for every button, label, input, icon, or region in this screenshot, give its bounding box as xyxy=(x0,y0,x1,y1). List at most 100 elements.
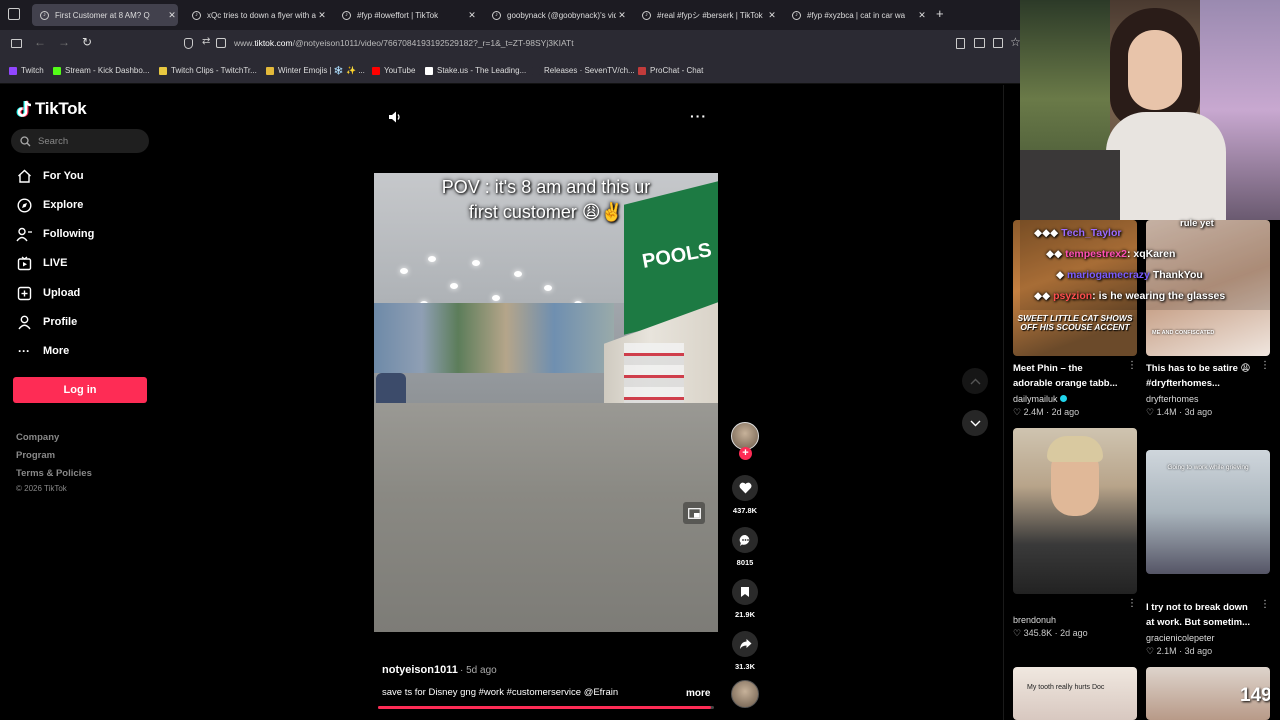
close-icon[interactable]: ✕ xyxy=(916,10,928,21)
related-thumb-3[interactable]: Going to work while grieving xyxy=(1146,450,1270,574)
close-icon[interactable]: ✕ xyxy=(616,10,628,21)
webcam-chair xyxy=(1020,150,1120,220)
like-button[interactable]: 437.8K xyxy=(732,475,758,515)
related-thumb-4[interactable]: My tooth really hurts Doc xyxy=(1013,667,1137,720)
share-icon xyxy=(732,631,758,657)
bookmark-seventv[interactable]: Releases · SevenTV/ch... xyxy=(532,66,635,75)
search-icon xyxy=(20,135,31,146)
author-name: dailymailuk xyxy=(1013,394,1058,404)
footer-company-link[interactable]: Company xyxy=(16,432,59,443)
related-author-3[interactable]: gracienicolepeter xyxy=(1146,633,1215,643)
save-button[interactable]: 21.9K xyxy=(732,579,758,619)
follow-plus-icon[interactable]: + xyxy=(739,447,752,460)
related-meta-0: ♡ 2.4M · 2d ago xyxy=(1013,407,1080,417)
sidebar-item-label: Profile xyxy=(43,316,78,328)
search-input[interactable]: Search xyxy=(11,129,149,153)
more-vertical-icon[interactable]: ⋮ xyxy=(1127,598,1137,609)
heart-icon: ♡ xyxy=(1013,628,1022,638)
more-button[interactable]: more xyxy=(686,688,710,699)
hair xyxy=(1047,436,1103,462)
previous-video-button[interactable] xyxy=(962,368,988,394)
related-thumb-5[interactable]: 149 xyxy=(1146,667,1270,720)
video-time: · 5d ago xyxy=(460,665,497,676)
sidebar-item-for-you[interactable]: For You xyxy=(16,168,84,184)
video-frame[interactable]: POOLS POV : it's 8 am and this ur first … xyxy=(374,173,718,632)
close-icon[interactable]: ✕ xyxy=(166,10,178,21)
new-tab-button[interactable]: + xyxy=(936,6,944,21)
login-button[interactable]: Log in xyxy=(13,377,147,403)
forward-icon[interactable]: → xyxy=(58,35,70,49)
chat-top-fragment: rule yet xyxy=(1180,218,1214,229)
sidebar-item-live[interactable]: LIVE xyxy=(16,255,67,271)
sidebar-item-label: LIVE xyxy=(43,257,68,269)
ceiling-light xyxy=(428,256,436,262)
bookmark-youtube[interactable]: YouTube xyxy=(372,66,415,75)
webcam-face xyxy=(1128,30,1182,110)
tab-1[interactable]: ♪ xQc tries to down a flyer with a ✕ xyxy=(184,4,328,26)
more-vertical-icon[interactable]: ⋮ xyxy=(1260,360,1270,371)
bookmark-label: Winter Emojis | ❄️ ✨ ... xyxy=(278,66,365,75)
picture-in-picture-icon xyxy=(687,507,701,519)
bookmark-twitch[interactable]: Twitch xyxy=(9,66,44,75)
tab-2[interactable]: ♪ #fyp #loweffort | TikTok ✕ xyxy=(334,4,478,26)
video-age: 3d ago xyxy=(1184,646,1213,656)
progress-track[interactable] xyxy=(378,706,714,709)
bookmark-twitchtracker[interactable]: Twitch Clips - TwitchTr... xyxy=(159,66,257,75)
related-thumb-2[interactable] xyxy=(1013,428,1137,594)
sidebar-item-label: Upload xyxy=(43,287,81,299)
related-title-0[interactable]: Meet Phin – the adorable orange tabb... xyxy=(1013,361,1123,391)
github-icon xyxy=(532,66,540,75)
more-options-icon[interactable]: ··· xyxy=(690,108,707,124)
tab-5[interactable]: ♪ #fyp #xyzbca | cat in car wa ✕ xyxy=(784,4,928,26)
tiktok-logo[interactable]: TikTok xyxy=(16,99,87,119)
back-icon[interactable]: ← xyxy=(34,35,46,49)
video-author[interactable]: notyeison1011 xyxy=(382,664,458,676)
tab-0[interactable]: ♪ First Customer at 8 AM? Q ✕ xyxy=(32,4,178,26)
close-icon[interactable]: ✕ xyxy=(316,10,328,21)
kick-icon xyxy=(53,66,61,75)
music-disc[interactable] xyxy=(731,680,759,708)
tiktok-icon: ♪ xyxy=(342,10,351,20)
sidebar-item-upload[interactable]: Upload xyxy=(16,285,80,301)
related-title-3[interactable]: I try not to break down at work. But som… xyxy=(1146,600,1258,630)
more-vertical-icon[interactable]: ⋮ xyxy=(1260,599,1270,610)
related-meta-3: ♡ 2.1M · 3d ago xyxy=(1146,646,1213,656)
share-button[interactable]: 31.3K xyxy=(732,631,758,671)
bookmark-label: Twitch xyxy=(21,66,44,75)
footer-program-link[interactable]: Program xyxy=(16,450,55,461)
reload-icon[interactable]: ↻ xyxy=(82,35,92,49)
chat-text: xqKaren xyxy=(1133,248,1176,260)
close-icon[interactable]: ✕ xyxy=(766,10,778,21)
more-vertical-icon[interactable]: ⋮ xyxy=(1127,360,1137,371)
sidebar-item-following[interactable]: Following xyxy=(16,226,94,242)
ceiling-light xyxy=(450,283,458,289)
related-author-2[interactable]: brendonuh xyxy=(1013,615,1056,625)
bookmark-kick[interactable]: Stream - Kick Dashbo... xyxy=(53,66,149,75)
url-bar[interactable]: www. tiktok.com/@notyeison1011/video/7667… xyxy=(176,34,976,52)
footer-terms-link[interactable]: Terms & Policies xyxy=(16,468,92,479)
download-icon[interactable] xyxy=(993,38,1003,48)
tab-bar: ♪ First Customer at 8 AM? Q ✕ ♪ xQc trie… xyxy=(0,0,1020,30)
close-icon[interactable]: ✕ xyxy=(466,10,478,21)
related-title-1[interactable]: This has to be satire 😩 #dryfterhomes... xyxy=(1146,361,1258,391)
next-video-button[interactable] xyxy=(962,410,988,436)
tab-3[interactable]: ♪ goobynack (@goobynack)'s vid ✕ xyxy=(484,4,628,26)
sidebar-item-explore[interactable]: Explore xyxy=(16,197,83,213)
bookmark-winter-emojis[interactable]: Winter Emojis | ❄️ ✨ ... xyxy=(266,66,365,75)
sidebar-item-profile[interactable]: Profile xyxy=(16,314,77,330)
bookmark-stake[interactable]: Stake.us - The Leading... xyxy=(425,66,526,75)
tiktok-icon: ♪ xyxy=(492,10,501,20)
sidebar-item-more[interactable]: ··· More xyxy=(16,343,69,359)
pip-button[interactable] xyxy=(683,502,705,524)
bookmark-prochat[interactable]: ProChat - Chat xyxy=(638,66,703,75)
video-description: save ts for Disney gng #work #customerse… xyxy=(382,687,619,698)
volume-icon[interactable] xyxy=(388,110,402,124)
bookmarks-bar: Twitch Stream - Kick Dashbo... Twitch Cl… xyxy=(0,58,1020,84)
comment-button[interactable]: 8015 xyxy=(732,527,758,567)
related-author-0[interactable]: dailymailuk xyxy=(1013,394,1068,404)
creator-avatar[interactable] xyxy=(731,422,759,450)
related-author-1[interactable]: dryfterhomes xyxy=(1146,394,1199,404)
tab-list-icon[interactable] xyxy=(8,8,20,20)
sidebar-toggle-icon[interactable] xyxy=(11,39,22,48)
tab-4[interactable]: ♪ #real #fypシ #berserk | TikTok ✕ xyxy=(634,4,778,26)
